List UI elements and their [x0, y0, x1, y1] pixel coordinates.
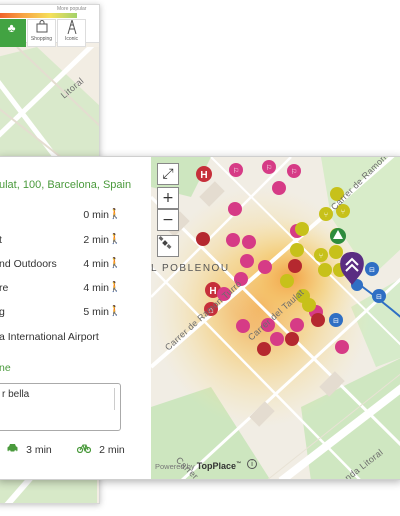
- note-textarea[interactable]: r bella: [0, 383, 121, 431]
- walking-icon: 🚶: [108, 209, 121, 220]
- powered-by: Powered by TopPlace™: [155, 461, 242, 471]
- shopping-bag-icon: [28, 20, 55, 36]
- bicycle-icon: [76, 444, 94, 456]
- svg-text:⚐: ⚐: [291, 168, 297, 176]
- svg-text:⊟: ⊟: [369, 266, 375, 274]
- park-marker[interactable]: [330, 228, 346, 244]
- district-label: L POBLENOU: [151, 263, 230, 274]
- walking-icon: 🚶: [108, 282, 121, 293]
- info-icon[interactable]: i: [247, 459, 257, 469]
- map-view[interactable]: H H ⌂ ⚐ ⚐ ⚐ ⑂ ⑂ ⑂ ⊟ ⊟ ⊟ ⤢ + − L POBLENOU…: [151, 157, 400, 479]
- svg-text:⚐: ⚐: [233, 167, 239, 175]
- nearby-item[interactable]: 0 min 🚶: [0, 209, 121, 223]
- nearby-item[interactable]: g 5 min 🚶: [0, 306, 121, 320]
- info-panel: ulat, 100, Barcelona, Spain 0 min 🚶 t 2 …: [0, 157, 151, 479]
- textarea-scrollbar[interactable]: [114, 388, 118, 410]
- address-text: ulat, 100, Barcelona, Spain: [0, 179, 132, 191]
- svg-text:⑂: ⑂: [341, 208, 345, 216]
- airport-item[interactable]: a International Airport: [0, 331, 99, 343]
- brand-logo[interactable]: TopPlace™: [197, 461, 241, 471]
- bike-time: 2 min: [76, 443, 125, 456]
- eiffel-tower-icon: [58, 19, 85, 36]
- walking-icon: 🚶: [108, 258, 121, 269]
- walking-icon: 🚶: [108, 234, 121, 245]
- car-time: 3 min: [7, 443, 52, 456]
- svg-text:⊟: ⊟: [376, 293, 382, 301]
- zoom-out-button[interactable]: −: [157, 209, 179, 231]
- more-popular-label: More popular: [57, 6, 87, 12]
- nearby-item[interactable]: nd Outdoors 4 min 🚶: [0, 258, 121, 272]
- tree-icon: ♣: [7, 21, 16, 35]
- satellite-toggle-button[interactable]: [157, 235, 179, 257]
- category-shopping[interactable]: Shopping: [27, 19, 56, 47]
- zoom-in-button[interactable]: +: [157, 187, 179, 209]
- nearby-item[interactable]: re 4 min 🚶: [0, 282, 121, 296]
- svg-text:H: H: [200, 170, 207, 181]
- svg-text:⚐: ⚐: [266, 164, 272, 172]
- hotel-marker[interactable]: H: [196, 166, 212, 182]
- popularity-gradient: [0, 13, 77, 18]
- svg-text:⊟: ⊟: [333, 317, 339, 325]
- walking-icon: 🚶: [108, 306, 121, 317]
- nearby-item[interactable]: t 2 min 🚶: [0, 234, 121, 248]
- car-icon: [7, 444, 21, 456]
- note-text: r bella: [2, 389, 30, 400]
- svg-text:H: H: [209, 286, 216, 297]
- svg-text:⑂: ⑂: [324, 211, 328, 219]
- note-label: ne: [0, 362, 11, 374]
- category-parks[interactable]: ♣: [0, 19, 26, 47]
- category-iconic[interactable]: Iconic: [57, 19, 86, 47]
- svg-text:⑂: ⑂: [319, 252, 323, 260]
- fullscreen-button[interactable]: ⤢: [157, 163, 179, 185]
- location-card: ulat, 100, Barcelona, Spain 0 min 🚶 t 2 …: [0, 156, 400, 480]
